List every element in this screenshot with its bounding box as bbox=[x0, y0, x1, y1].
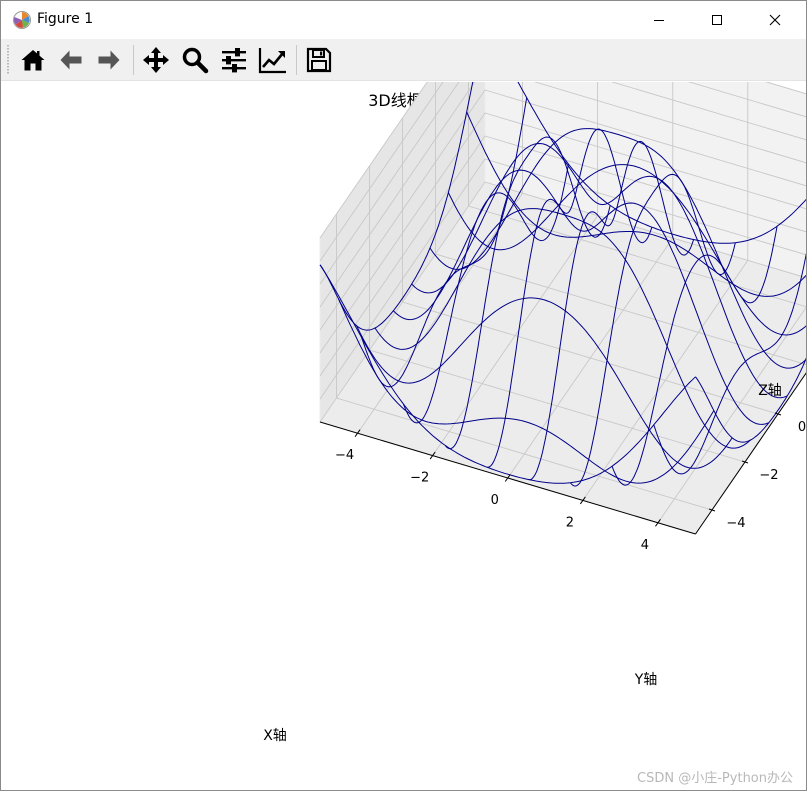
z-axis-title: Z轴 bbox=[758, 383, 782, 399]
home-button[interactable] bbox=[17, 44, 49, 76]
move-icon bbox=[143, 47, 169, 73]
watermark-text: CSDN @小庄-Python办公 bbox=[637, 771, 793, 786]
figure-window: Figure 1 3D线框图 −4 −2 0 2 4 −4 −2 0 X轴 Y轴… bbox=[0, 0, 807, 791]
navigation-toolbar bbox=[1, 39, 806, 81]
y-axis-title: Y轴 bbox=[634, 672, 658, 688]
toolbar-grip bbox=[7, 45, 9, 75]
maximize-icon bbox=[712, 15, 722, 25]
zoom-button[interactable] bbox=[179, 44, 211, 76]
configure-subplots-button[interactable] bbox=[218, 44, 250, 76]
figure-canvas[interactable]: 3D线框图 −4−2024−4−20241.000.750.500.250.00… bbox=[1, 82, 806, 790]
maximize-button[interactable] bbox=[694, 1, 740, 39]
toolbar-separator bbox=[296, 45, 297, 75]
axes-panes bbox=[319, 82, 806, 535]
floppy-disk-icon bbox=[306, 47, 332, 73]
minimize-icon bbox=[654, 20, 664, 21]
x-axis-title: X轴 bbox=[263, 728, 287, 744]
x-tick-label: −4 bbox=[335, 448, 354, 463]
title-bar: Figure 1 bbox=[1, 1, 806, 39]
x-tick-label: −2 bbox=[410, 471, 429, 486]
x-tick-label: 0 bbox=[491, 493, 499, 508]
y-tick-label: −4 bbox=[726, 516, 745, 531]
toolbar-separator bbox=[133, 45, 134, 75]
minimize-button[interactable] bbox=[636, 1, 682, 39]
close-button[interactable] bbox=[752, 1, 798, 39]
arrow-left-icon bbox=[60, 50, 82, 70]
back-button[interactable] bbox=[55, 44, 87, 76]
y-tick-label: 0 bbox=[798, 420, 806, 435]
x-tick-label: 4 bbox=[641, 538, 649, 553]
save-button[interactable] bbox=[303, 44, 335, 76]
wireframe-plot[interactable]: −4−2024−4−20241.000.750.500.250.00−0.25−… bbox=[1, 82, 806, 790]
sliders-icon bbox=[222, 48, 246, 73]
magnifier-icon bbox=[182, 47, 209, 74]
x-tick-label: 2 bbox=[566, 515, 574, 530]
forward-button[interactable] bbox=[93, 44, 125, 76]
matplotlib-logo-icon bbox=[13, 11, 31, 29]
home-icon bbox=[21, 50, 45, 71]
edit-axis-button[interactable] bbox=[257, 44, 289, 76]
pan-button[interactable] bbox=[140, 44, 172, 76]
y-tick-label: −2 bbox=[759, 468, 778, 483]
close-icon bbox=[769, 14, 781, 26]
arrow-right-icon bbox=[98, 50, 120, 70]
window-title: Figure 1 bbox=[37, 11, 94, 27]
line-chart-icon bbox=[258, 48, 286, 74]
